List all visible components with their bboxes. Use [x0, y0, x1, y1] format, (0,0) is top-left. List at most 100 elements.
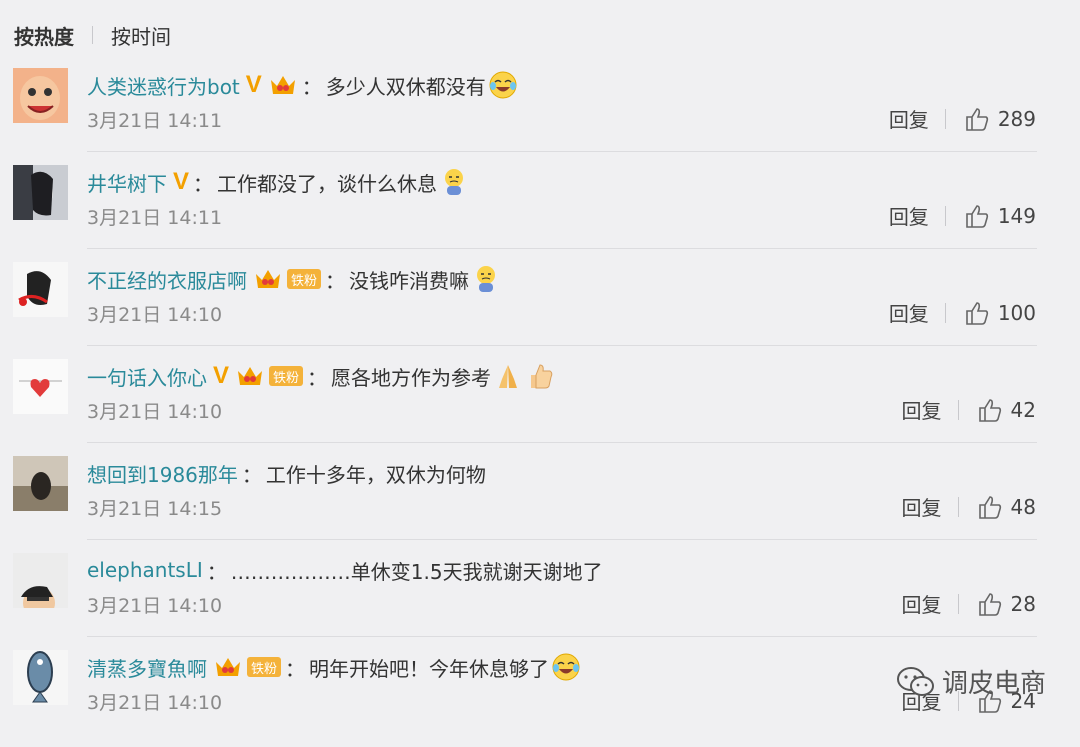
comment-divider [87, 636, 1037, 637]
like-count: 289 [997, 106, 1036, 131]
avatar[interactable] [13, 359, 68, 414]
thumbs-up-icon[interactable] [964, 106, 990, 132]
comment-actions: 回复 289 [889, 104, 1036, 133]
pray-hands-emoji-icon [499, 365, 518, 388]
fan-badge: 铁粉 [247, 657, 282, 677]
like-count: 42 [1010, 397, 1036, 422]
comment-content: 人类迷惑行为bot V ： 多少人双休都没有 [87, 68, 518, 102]
username-link[interactable]: 不正经的衣服店啊 [87, 265, 247, 294]
reply-button[interactable]: 回复 [889, 104, 929, 133]
username-link[interactable]: 人类迷惑行为bot [87, 71, 240, 100]
sort-by-hot-tab[interactable]: 按热度 [14, 21, 74, 50]
comment-item: 想回到1986那年 ： 工作十多年，双休为何物 3月21日 14:15 回复 4… [0, 456, 1080, 553]
colon: ： [206, 559, 227, 584]
action-divider [957, 593, 959, 614]
comment-timestamp: 3月21日 14:10 [87, 401, 223, 423]
thumbs-up-icon[interactable] [977, 397, 1003, 423]
laugh-cry-emoji-icon [489, 71, 517, 99]
comment-text: 愿各地方作为参考 [331, 365, 492, 390]
fan-badge: 铁粉 [287, 269, 322, 289]
reply-button[interactable]: 回复 [889, 298, 929, 327]
username-link[interactable]: 想回到1986那年 [87, 459, 238, 488]
reply-button[interactable]: 回复 [902, 589, 942, 618]
comment-divider [87, 248, 1037, 249]
comment-timestamp: 3月21日 14:10 [87, 595, 223, 617]
comment-text: 工作都没了，谈什么休息 [217, 171, 438, 196]
avatar[interactable] [13, 165, 68, 220]
watermark-text: 调皮电商 [941, 669, 1046, 699]
comment-item: elephantsLI ： ………………单休变1.5天我就谢天谢地了 3月21日… [0, 553, 1080, 650]
comment-timestamp: 3月21日 14:15 [87, 498, 223, 520]
comment-content: 井华树下 V ： 工作都没了，谈什么休息 [87, 165, 469, 199]
comment-timestamp: 3月21日 14:10 [87, 304, 223, 326]
comment-text: 明年开始吧！今年休息够了 [309, 656, 550, 681]
comment-item: 人类迷惑行为bot V ： 多少人双休都没有 3月21日 14:11 回复 28… [0, 68, 1080, 165]
avatar[interactable] [13, 650, 68, 705]
comment-actions: 回复 48 [902, 492, 1036, 521]
sort-divider [92, 26, 93, 44]
member-crown-icon [270, 76, 295, 94]
like-count: 100 [997, 300, 1036, 325]
reply-button[interactable]: 回复 [889, 201, 929, 230]
watermark: 调皮电商 [896, 663, 1046, 700]
member-crown-icon [216, 658, 240, 676]
comment-text: 工作十多年，双休为何物 [265, 462, 486, 487]
comment-timestamp: 3月21日 14:10 [87, 692, 223, 714]
sort-bar: 按热度 按时间 [14, 18, 171, 52]
comment-item: 井华树下 V ： 工作都没了，谈什么休息 3月21日 14:11 回复 149 [0, 165, 1080, 262]
like-count: 149 [997, 203, 1036, 228]
member-crown-icon [238, 367, 263, 385]
laugh-cry-emoji-icon [552, 653, 580, 681]
comment-divider [87, 345, 1037, 346]
sad-sitting-emoji-icon [445, 169, 464, 195]
colon: ： [241, 462, 262, 487]
colon: ： [307, 365, 328, 390]
like-count: 28 [1010, 591, 1036, 616]
member-crown-icon [256, 270, 280, 288]
comment-item: 不正经的衣服店啊 铁粉 ： 没钱咋消费嘛 3月21日 14:10 回复 100 [0, 262, 1080, 359]
thumbs-up-icon[interactable] [977, 591, 1003, 617]
comment-timestamp: 3月21日 14:11 [87, 207, 223, 229]
comment-text: 没钱咋消费嘛 [349, 268, 470, 293]
comment-content: 一句话入你心 V 铁粉 ： 愿各地方作为参考 [87, 359, 555, 393]
avatar[interactable] [13, 456, 68, 511]
comment-divider [87, 151, 1037, 152]
comment-content: 清蒸多寶魚啊 铁粉 ： 明年开始吧！今年休息够了 [87, 650, 581, 684]
thumbs-up-emoji-icon [531, 364, 553, 389]
action-divider [957, 399, 959, 420]
thumbs-up-icon[interactable] [977, 494, 1003, 520]
username-link[interactable]: elephantsLI [87, 558, 203, 582]
comment-actions: 回复 149 [889, 201, 1036, 230]
reply-button[interactable]: 回复 [902, 492, 942, 521]
reply-button[interactable]: 回复 [902, 395, 942, 424]
comment-actions: 回复 28 [902, 589, 1036, 618]
comment-content: 想回到1986那年 ： 工作十多年，双休为何物 [87, 456, 486, 490]
thumbs-up-icon[interactable] [964, 203, 990, 229]
action-divider [944, 302, 946, 323]
like-count: 48 [1010, 494, 1036, 519]
verified-v-icon: V [213, 362, 230, 389]
verified-v-icon: V [173, 168, 190, 195]
action-divider [957, 496, 959, 517]
comment-divider [87, 442, 1037, 443]
colon: ： [285, 656, 306, 681]
comment-text: ………………单休变1.5天我就谢天谢地了 [230, 559, 603, 584]
avatar[interactable] [13, 68, 68, 123]
username-link[interactable]: 清蒸多寶魚啊 [87, 653, 207, 682]
thumbs-up-icon[interactable] [964, 300, 990, 326]
username-link[interactable]: 井华树下 [87, 168, 167, 197]
sort-by-time-tab[interactable]: 按时间 [111, 21, 171, 50]
comment-actions: 回复 100 [889, 298, 1036, 327]
colon: ： [301, 74, 322, 99]
sad-sitting-emoji-icon [477, 266, 496, 292]
avatar[interactable] [13, 262, 68, 317]
comment-actions: 回复 42 [902, 395, 1036, 424]
colon: ： [193, 171, 214, 196]
avatar[interactable] [13, 553, 68, 608]
comment-content: 不正经的衣服店啊 铁粉 ： 没钱咋消费嘛 [87, 262, 501, 296]
fan-badge: 铁粉 [269, 366, 304, 386]
comment-content: elephantsLI ： ………………单休变1.5天我就谢天谢地了 [87, 553, 603, 587]
comment-timestamp: 3月21日 14:11 [87, 110, 223, 132]
username-link[interactable]: 一句话入你心 [87, 362, 207, 391]
verified-v-icon: V [245, 71, 262, 98]
